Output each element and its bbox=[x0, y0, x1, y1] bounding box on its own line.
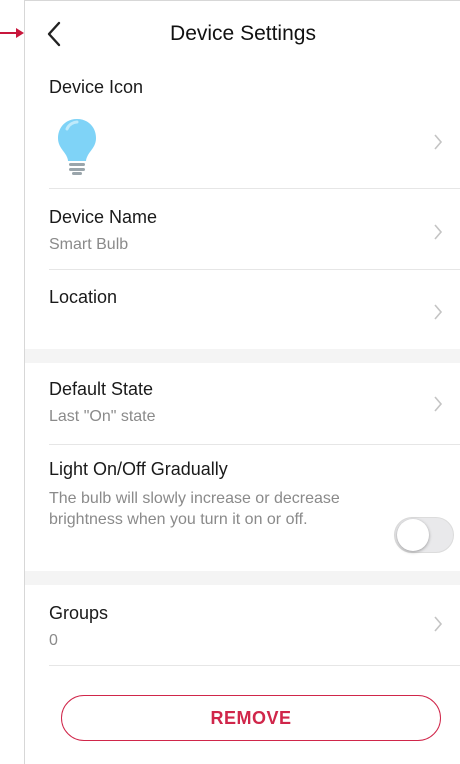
chevron-right-icon bbox=[434, 224, 443, 240]
device-name-label: Device Name bbox=[49, 207, 158, 227]
header: Device Settings bbox=[25, 1, 460, 67]
pointer-arrow-icon bbox=[0, 28, 24, 38]
default-state-row[interactable]: Default State Last "On" state bbox=[25, 379, 460, 443]
page-title: Device Settings bbox=[170, 22, 316, 45]
location-label: Location bbox=[49, 287, 118, 307]
settings-screen: Device Settings Device Icon Device Name … bbox=[24, 0, 460, 764]
divider bbox=[49, 188, 460, 189]
groups-row[interactable]: Groups 0 bbox=[25, 603, 460, 665]
gradual-toggle[interactable] bbox=[394, 517, 454, 553]
location-row[interactable]: Location bbox=[25, 287, 460, 349]
toggle-knob bbox=[397, 519, 429, 551]
gradual-label: Light On/Off Gradually bbox=[49, 459, 228, 479]
default-state-value: Last "On" state bbox=[49, 408, 156, 425]
light-bulb-icon bbox=[58, 119, 96, 175]
gradual-description: The bulb will slowly increase or decreas… bbox=[49, 490, 340, 528]
divider bbox=[49, 444, 460, 445]
section-gap bbox=[25, 349, 460, 363]
chevron-right-icon bbox=[434, 134, 443, 150]
device-icon-label: Device Icon bbox=[49, 77, 144, 97]
chevron-right-icon bbox=[434, 616, 443, 632]
chevron-right-icon bbox=[434, 396, 443, 412]
device-name-value: Smart Bulb bbox=[49, 236, 129, 253]
remove-button[interactable]: REMOVE bbox=[61, 695, 441, 741]
groups-value: 0 bbox=[49, 632, 58, 649]
device-name-row[interactable]: Device Name Smart Bulb bbox=[25, 207, 460, 269]
divider bbox=[49, 269, 460, 270]
divider bbox=[49, 665, 460, 666]
gradual-row: Light On/Off Gradually The bulb will slo… bbox=[25, 459, 460, 569]
chevron-right-icon bbox=[434, 304, 443, 320]
default-state-label: Default State bbox=[49, 379, 154, 399]
section-gap bbox=[25, 571, 460, 585]
groups-label: Groups bbox=[49, 603, 109, 623]
